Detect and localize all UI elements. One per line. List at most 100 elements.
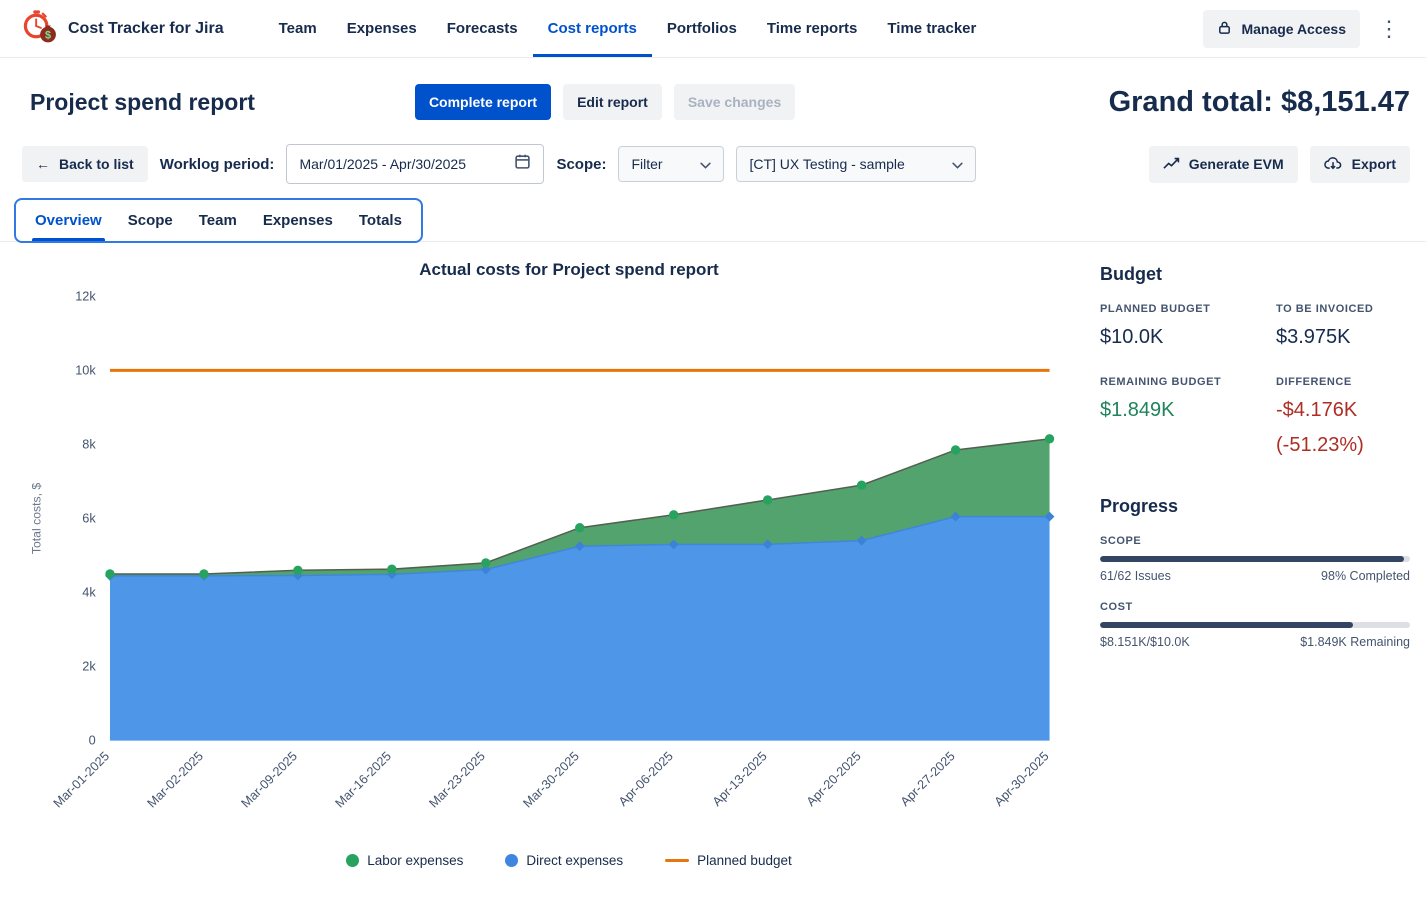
scope-progress-fill (1100, 556, 1404, 562)
chart-legend: Labor expenses Direct expenses Planned b… (64, 853, 1074, 868)
svg-text:$: $ (45, 29, 51, 41)
manage-access-button[interactable]: Manage Access (1203, 10, 1360, 48)
nav-item-time-tracker[interactable]: Time tracker (872, 0, 991, 57)
worklog-period-value[interactable] (299, 156, 504, 172)
export-button[interactable]: Export (1310, 146, 1410, 183)
lock-icon (1217, 20, 1232, 38)
stat-label: TO BE INVOICED (1276, 303, 1410, 315)
app-title: Cost Tracker for Jira (68, 20, 224, 38)
budget-stat-planned: PLANNED BUDGET $10.0K (1100, 303, 1268, 350)
scope-progress-bar (1100, 556, 1410, 562)
svg-text:Apr-13-2025: Apr-13-2025 (709, 748, 770, 809)
budget-stat-difference: DIFFERENCE -$4.176K (-51.23%) (1276, 376, 1410, 458)
nav-item-expenses[interactable]: Expenses (332, 0, 432, 57)
svg-text:Apr-27-2025: Apr-27-2025 (897, 748, 958, 809)
svg-text:Mar-23-2025: Mar-23-2025 (426, 748, 488, 810)
back-arrow-icon: ← (36, 156, 50, 172)
chart-title: Actual costs for Project spend report (64, 260, 1074, 280)
svg-text:Apr-06-2025: Apr-06-2025 (615, 748, 676, 809)
nav-item-portfolios[interactable]: Portfolios (652, 0, 752, 57)
stat-value-secondary: (-51.23%) (1276, 432, 1410, 458)
complete-report-button[interactable]: Complete report (415, 84, 551, 120)
tab-scope[interactable]: Scope (115, 200, 186, 241)
stat-label: REMAINING BUDGET (1100, 376, 1268, 388)
stat-value: $3.975K (1276, 324, 1410, 350)
nav-item-cost-reports[interactable]: Cost reports (533, 0, 652, 57)
progress-heading: Progress (1100, 496, 1410, 517)
cost-progress-right: $1.849K Remaining (1300, 635, 1410, 649)
cost-progress-left: $8.151K/$10.0K (1100, 635, 1190, 649)
tab-totals[interactable]: Totals (346, 200, 415, 241)
chevron-down-icon (952, 156, 963, 172)
cost-progress-bar (1100, 622, 1410, 628)
svg-text:Apr-30-2025: Apr-30-2025 (991, 748, 1052, 809)
cost-progress-fill (1100, 622, 1353, 628)
main-content: Actual costs for Project spend report 0 2… (0, 242, 1426, 884)
svg-text:0: 0 (89, 733, 96, 748)
cost-progress-label: COST (1100, 601, 1410, 613)
scope-filter-value: Filter (631, 156, 662, 172)
scope-label: Scope: (556, 156, 606, 173)
stat-label: DIFFERENCE (1276, 376, 1410, 388)
report-actions: Complete report Edit report Save changes (415, 84, 795, 120)
tab-team[interactable]: Team (186, 200, 250, 241)
tabs-highlight-box: Overview Scope Team Expenses Totals (14, 198, 423, 243)
planned-budget-swatch-icon (665, 859, 689, 862)
manage-access-label: Manage Access (1241, 21, 1346, 37)
calendar-icon[interactable] (514, 153, 531, 175)
scope-progress-left: 61/62 Issues (1100, 569, 1171, 583)
worklog-period-label: Worklog period: (160, 156, 275, 173)
cost-progress-caption: $8.151K/$10.0K $1.849K Remaining (1100, 635, 1410, 649)
svg-text:10k: 10k (75, 362, 96, 377)
nav-item-forecasts[interactable]: Forecasts (432, 0, 533, 57)
svg-text:Mar-02-2025: Mar-02-2025 (144, 748, 206, 810)
svg-text:Mar-16-2025: Mar-16-2025 (332, 748, 394, 810)
legend-item-labor-expenses[interactable]: Labor expenses (346, 853, 463, 868)
project-select[interactable]: [CT] UX Testing - sample (736, 146, 976, 182)
nav-item-time-reports[interactable]: Time reports (752, 0, 873, 57)
legend-label-direct: Direct expenses (526, 853, 623, 868)
worklog-period-input[interactable] (286, 144, 544, 184)
nav-item-team[interactable]: Team (264, 0, 332, 57)
tabs-row: Overview Scope Team Expenses Totals (0, 192, 1426, 242)
top-navigation: $ Cost Tracker for Jira Team Expenses Fo… (0, 0, 1426, 58)
chart-section: Actual costs for Project spend report 0 2… (0, 242, 1074, 884)
scope-progress-block: SCOPE 61/62 Issues 98% Completed (1100, 535, 1410, 583)
tab-overview[interactable]: Overview (22, 200, 115, 241)
scope-filter-select[interactable]: Filter (618, 146, 724, 182)
cost-progress-block: COST $8.151K/$10.0K $1.849K Remaining (1100, 601, 1410, 649)
legend-item-planned-budget[interactable]: Planned budget (665, 853, 792, 868)
budget-heading: Budget (1100, 264, 1410, 285)
stat-value: $10.0K (1100, 324, 1268, 350)
evm-chart-icon (1163, 156, 1180, 173)
export-label: Export (1352, 156, 1396, 172)
chevron-down-icon (700, 156, 711, 172)
svg-text:Mar-01-2025: Mar-01-2025 (50, 748, 112, 810)
progress-section: Progress SCOPE 61/62 Issues 98% Complete… (1100, 496, 1410, 649)
back-to-list-label: Back to list (59, 156, 134, 172)
nav-right-actions: Manage Access ⋮ (1203, 10, 1410, 48)
svg-text:4k: 4k (82, 585, 96, 600)
edit-report-button[interactable]: Edit report (563, 84, 662, 120)
stat-value: -$4.176K (1276, 397, 1410, 423)
svg-text:6k: 6k (82, 511, 96, 526)
app-logo-icon: $ (20, 7, 58, 50)
legend-label-labor: Labor expenses (367, 853, 463, 868)
stat-value: $1.849K (1100, 397, 1268, 423)
budget-stat-remaining: REMAINING BUDGET $1.849K (1100, 376, 1268, 458)
generate-evm-button[interactable]: Generate EVM (1149, 146, 1298, 183)
svg-text:Mar-30-2025: Mar-30-2025 (520, 748, 582, 810)
project-select-value: [CT] UX Testing - sample (749, 156, 904, 172)
direct-expenses-swatch-icon (505, 854, 518, 867)
page-title: Project spend report (30, 89, 255, 116)
budget-grid: PLANNED BUDGET $10.0K TO BE INVOICED $3.… (1100, 303, 1410, 458)
report-controls: ← Back to list Worklog period: Scope: Fi… (0, 128, 1426, 192)
scope-progress-label: SCOPE (1100, 535, 1410, 547)
back-to-list-button[interactable]: ← Back to list (22, 146, 148, 182)
save-changes-button[interactable]: Save changes (674, 84, 795, 120)
legend-item-direct-expenses[interactable]: Direct expenses (505, 853, 623, 868)
more-options-button[interactable]: ⋮ (1368, 16, 1410, 42)
svg-text:2k: 2k (82, 659, 96, 674)
tab-expenses[interactable]: Expenses (250, 200, 346, 241)
app-brand: $ Cost Tracker for Jira (20, 7, 224, 50)
